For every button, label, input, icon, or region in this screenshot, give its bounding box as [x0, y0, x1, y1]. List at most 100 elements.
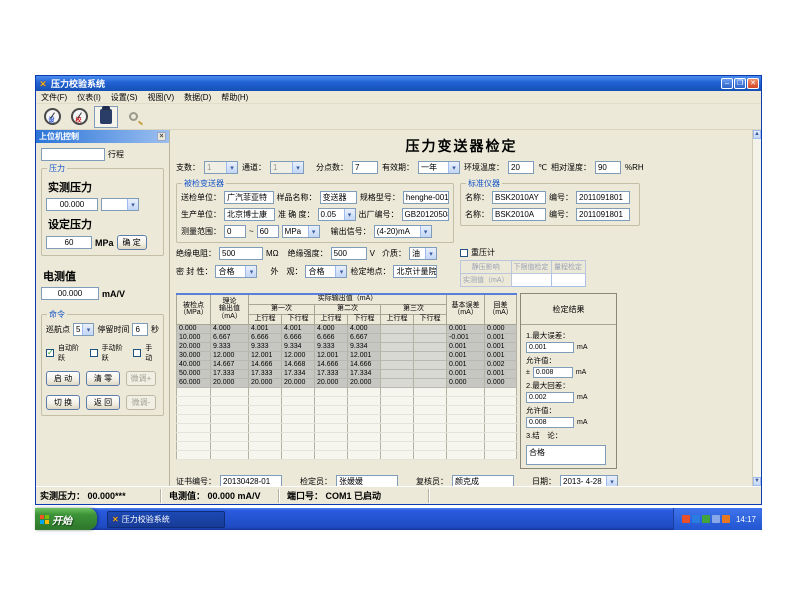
date-select[interactable]: 2013- 4-28▾ — [560, 475, 618, 486]
resistance-input[interactable]: 500 — [219, 247, 263, 260]
fine-plus-button[interactable]: 微调+ — [126, 371, 156, 386]
pressure-unit-select[interactable]: ▾ — [101, 198, 139, 211]
table-row[interactable]: 40.00014.66714.66614.66814.66614.6660.00… — [177, 360, 517, 369]
table-row-empty[interactable] — [177, 414, 517, 423]
max-error-value[interactable]: 0.001 — [526, 342, 574, 353]
static-value-1[interactable] — [511, 274, 551, 287]
medium-select[interactable]: 油▾ — [409, 247, 437, 260]
points-input[interactable]: 7 — [352, 161, 378, 174]
env-temp-input[interactable]: 20 — [508, 161, 534, 174]
restore-button[interactable]: ❐ — [734, 78, 746, 89]
transmitter-icon[interactable] — [94, 106, 118, 128]
manual-step-checkbox[interactable] — [90, 349, 98, 357]
cruise-point-select[interactable]: 5 ▾ — [73, 323, 94, 336]
allow1-value[interactable]: 0.008 — [533, 367, 573, 378]
max-error-label: 1.最大误差： — [526, 330, 611, 341]
sample-input[interactable]: 变送器 — [320, 191, 357, 204]
menu-view[interactable]: 视图(V) — [147, 92, 174, 103]
switch-button[interactable]: 切 换 — [46, 395, 80, 410]
confirm-button[interactable]: 确 定 — [117, 235, 147, 250]
table-row[interactable]: 20.0009.3339.3339.3349.3339.3340.0010.00… — [177, 342, 517, 351]
scroll-up-icon[interactable]: ▲ — [753, 130, 761, 139]
start-button[interactable]: 启 动 — [46, 371, 80, 386]
verifier-input[interactable]: 张媛媛 — [336, 475, 398, 486]
table-row-empty[interactable] — [177, 450, 517, 459]
sidebar-close-icon[interactable]: × — [157, 132, 166, 141]
table-row-empty[interactable] — [177, 423, 517, 432]
tray-icon[interactable] — [682, 515, 690, 523]
table-row[interactable]: 60.00020.00020.00020.00020.00020.0000.00… — [177, 378, 517, 387]
table-row[interactable]: 30.00012.00012.00112.00012.00112.0010.00… — [177, 351, 517, 360]
seal-select[interactable]: 合格▾ — [215, 265, 257, 278]
status-port: 端口号： COM1 已启动 — [279, 489, 429, 503]
sender-input[interactable]: 广汽菲亚特 — [224, 191, 274, 204]
title-bar: ✕ 压力校验系统 – ❐ ✕ — [36, 76, 761, 91]
taskbar-item-app[interactable]: ✕ 压力校验系统 — [107, 511, 225, 528]
close-button[interactable]: ✕ — [747, 78, 759, 89]
scroll-down-icon[interactable]: ▼ — [753, 477, 761, 486]
tray-icon[interactable] — [712, 515, 720, 523]
fine-minus-button[interactable]: 微调- — [126, 395, 156, 410]
auto-step-checkbox[interactable] — [46, 349, 54, 357]
table-row-empty[interactable] — [177, 396, 517, 405]
table-row[interactable]: 50.00017.33317.33317.33417.33317.3340.00… — [177, 369, 517, 378]
signal-select[interactable]: (4-20)mA▾ — [374, 225, 432, 238]
cert-input[interactable]: 20130428-01 — [220, 475, 282, 486]
count-select[interactable]: 1▾ — [204, 161, 238, 174]
menu-help[interactable]: 帮助(H) — [221, 92, 248, 103]
reviewer-input[interactable]: 颜克成 — [452, 475, 514, 486]
accuracy-select[interactable]: 0.05▾ — [318, 208, 356, 221]
vertical-scrollbar[interactable]: ▲ ▼ — [752, 130, 761, 486]
table-row[interactable]: 10.0006.6676.6666.6666.6666.667-0.0010.0… — [177, 333, 517, 342]
table-row[interactable]: 0.0004.0004.0014.0014.0004.0000.0010.000 — [177, 324, 517, 333]
gauge-calibrate-icon[interactable]: 校 — [67, 106, 91, 128]
std-no1-input[interactable]: 2011091801 — [576, 191, 630, 204]
serial-input[interactable]: GB20120508 — [402, 208, 449, 221]
std-name1-input[interactable]: BSK2010AY — [492, 191, 546, 204]
measured-pressure-value[interactable]: 00.000 — [46, 198, 98, 211]
accuracy-label: 准 确 度： — [278, 209, 314, 220]
std-name2-input[interactable]: BSK2010A — [492, 208, 546, 221]
static-value-2[interactable] — [551, 274, 585, 287]
electric-value[interactable]: 00.000 — [41, 287, 99, 300]
range-from-input[interactable]: 0 — [224, 225, 246, 238]
table-row-empty[interactable] — [177, 405, 517, 414]
menu-settings[interactable]: 设置(S) — [111, 92, 138, 103]
range-to-input[interactable]: 60 — [257, 225, 279, 238]
minimize-button[interactable]: – — [721, 78, 733, 89]
search-icon[interactable] — [121, 106, 145, 128]
table-row-empty[interactable] — [177, 387, 517, 396]
table-row-empty[interactable] — [177, 441, 517, 450]
std-no2-input[interactable]: 2011091801 — [576, 208, 630, 221]
conclusion-value[interactable]: 合格 — [526, 445, 606, 465]
gauge-set-icon[interactable]: 设 — [40, 106, 64, 128]
model-input[interactable]: henghe-0012 — [403, 191, 449, 204]
zero-button[interactable]: 清 零 — [86, 371, 120, 386]
back-button[interactable]: 返 回 — [86, 395, 120, 410]
menu-instrument[interactable]: 仪表(I) — [77, 92, 101, 103]
set-pressure-input[interactable]: 60 — [46, 236, 92, 249]
strength-input[interactable]: 500 — [331, 247, 367, 260]
stroke-input[interactable] — [41, 148, 105, 161]
gravity-gauge-checkbox[interactable] — [460, 249, 468, 257]
manufacturer-input[interactable]: 北京博士康 — [224, 208, 275, 221]
menu-file[interactable]: 文件(F) — [41, 92, 67, 103]
validity-select[interactable]: 一年▾ — [418, 161, 460, 174]
start-button[interactable]: 开始 — [35, 508, 97, 530]
tray-icon[interactable] — [702, 515, 710, 523]
appearance-select[interactable]: 合格▾ — [305, 265, 347, 278]
menu-data[interactable]: 数据(D) — [184, 92, 211, 103]
tray-icon[interactable] — [692, 515, 700, 523]
app-icon: ✕ — [112, 515, 119, 524]
tray-icon[interactable] — [722, 515, 730, 523]
table-row-empty[interactable] — [177, 432, 517, 441]
manual-step-label: 手动阶跃 — [102, 343, 130, 363]
range-unit-select[interactable]: MPa▾ — [282, 225, 320, 238]
manual-checkbox[interactable] — [133, 349, 141, 357]
allow2-value[interactable]: 0.008 — [526, 417, 574, 428]
max-hysteresis-value[interactable]: 0.002 — [526, 392, 574, 403]
dwell-time-input[interactable]: 6 — [132, 323, 148, 336]
location-input[interactable]: 北京计量院 — [393, 265, 437, 278]
humidity-input[interactable]: 90 — [595, 161, 621, 174]
channel-select[interactable]: 1▾ — [270, 161, 304, 174]
